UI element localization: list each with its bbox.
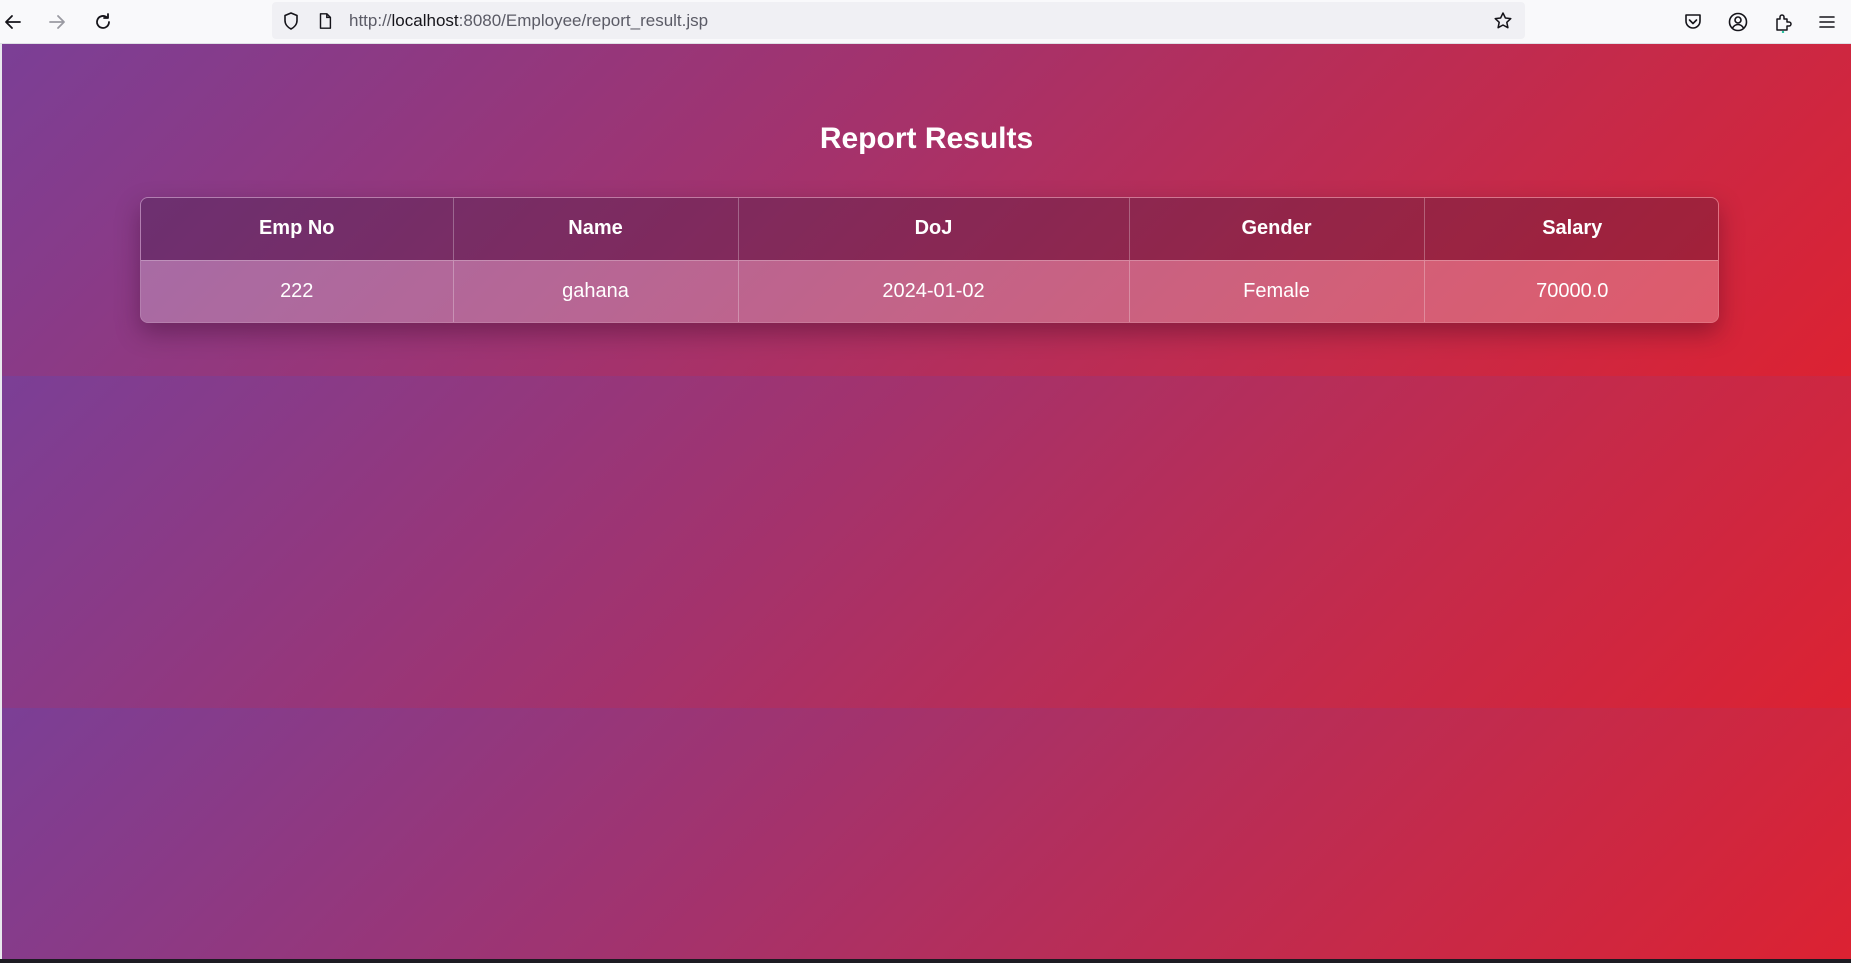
browser-toolbar: http://localhost:8080/Employee/report_re…	[0, 0, 1851, 44]
cell-name: gahana	[453, 259, 739, 322]
column-header-doj: DoJ	[738, 198, 1130, 260]
cell-emp-no: 222	[141, 259, 454, 322]
arrow-right-icon	[49, 15, 65, 29]
shield-icon[interactable]	[280, 10, 302, 32]
url-host: localhost	[391, 11, 459, 30]
hamburger-menu-icon	[1819, 16, 1835, 28]
reload-button[interactable]	[87, 6, 119, 38]
table-header-row: Emp No Name DoJ Gender Salary	[141, 198, 1718, 260]
window-bottom-edge	[0, 959, 1851, 963]
column-header-name: Name	[453, 198, 739, 260]
puzzle-icon	[1776, 14, 1792, 33]
table-row: 222 gahana 2024-01-02 Female 70000.0	[141, 259, 1718, 322]
account-button[interactable]	[1722, 6, 1754, 38]
cell-salary: 70000.0	[1424, 259, 1718, 322]
extensions-button[interactable]	[1767, 6, 1799, 38]
menu-button[interactable]	[1811, 6, 1843, 38]
background-band	[2, 376, 1851, 708]
page-icon	[314, 10, 336, 32]
page-viewport: Report Results Emp No Name DoJ Gender Sa…	[2, 44, 1851, 959]
url-prefix: http://	[349, 11, 392, 30]
account-icon	[1728, 12, 1748, 32]
background-band	[2, 708, 1851, 959]
column-header-emp-no: Emp No	[141, 198, 454, 260]
pocket-button[interactable]	[1677, 6, 1709, 38]
column-header-gender: Gender	[1129, 198, 1425, 260]
page-title: Report Results	[819, 122, 1034, 155]
back-button[interactable]	[0, 6, 29, 38]
cell-gender: Female	[1129, 259, 1425, 322]
pocket-icon	[1685, 14, 1701, 29]
address-bar[interactable]: http://localhost:8080/Employee/report_re…	[272, 2, 1525, 39]
column-header-salary: Salary	[1424, 198, 1718, 260]
report-table: Emp No Name DoJ Gender Salary 222 gahana…	[140, 197, 1719, 323]
url-path: :8080/Employee/report_result.jsp	[458, 11, 709, 30]
cell-doj: 2024-01-02	[738, 259, 1130, 322]
bookmark-star-icon[interactable]	[1492, 10, 1514, 32]
forward-button[interactable]	[41, 6, 73, 38]
url-text[interactable]: http://localhost:8080/Employee/report_re…	[349, 11, 708, 31]
arrow-left-icon	[5, 15, 21, 29]
reload-icon	[96, 13, 110, 29]
